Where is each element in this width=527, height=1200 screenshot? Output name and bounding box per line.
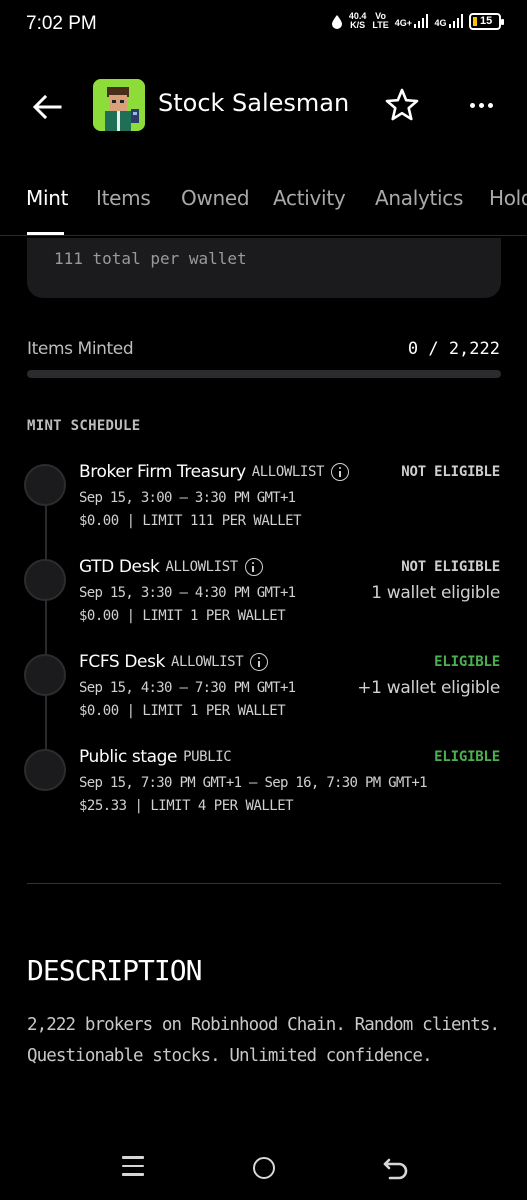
description-text: 2,222 brokers on Robinhood Chain. Random… [27, 1015, 500, 1066]
stage-name-row: FCFS Desk ALLOWLIST [79, 652, 269, 672]
stage-date: Sep 15, 4:30 – 7:30 PM GMT+1 [79, 680, 296, 696]
network-speed: 40.4 K/S [348, 11, 367, 30]
stage-date: Sep 15, 3:30 – 4:30 PM GMT+1 [79, 585, 296, 601]
mint-stage[interactable]: GTD Desk ALLOWLIST Sep 15, 3:30 – 4:30 P… [0, 557, 527, 647]
info-icon[interactable] [331, 463, 350, 481]
info-icon[interactable] [244, 558, 263, 576]
stage-type: ALLOWLIST [251, 464, 325, 480]
data-saver-icon [331, 14, 342, 29]
status-bar: 7:02 PM 40.4 K/S Vo LTE 4G+ 4G 15 [0, 0, 527, 52]
status-icons: 40.4 K/S Vo LTE 4G+ 4G 15 [331, 11, 504, 30]
stage-dot [24, 749, 66, 791]
back-arrow-icon[interactable] [30, 90, 64, 124]
stage-dot [24, 654, 66, 696]
collection-header: Stock Salesman [0, 70, 527, 142]
battery-icon: 15 [469, 12, 504, 30]
system-nav-bar [0, 1140, 527, 1200]
mint-progress-bar [27, 370, 501, 378]
eligibility-status: ELIGIBLE [434, 654, 500, 670]
stage-type: ALLOWLIST [170, 654, 244, 670]
eligibility-status: NOT ELIGIBLE [401, 559, 500, 575]
volte-indicator: Vo LTE [372, 11, 389, 30]
tab-items[interactable]: Items [96, 186, 151, 210]
recent-apps-icon[interactable] [122, 1156, 144, 1178]
signal-bars-icon [448, 14, 463, 28]
stage-name: Broker Firm Treasury [79, 462, 246, 482]
stage-price: $25.33 | LIMIT 4 PER WALLET [79, 798, 294, 814]
signal-1: 4G+ [395, 14, 429, 28]
stage-dot [24, 559, 66, 601]
tab-mint[interactable]: Mint [26, 186, 68, 210]
more-options-icon[interactable] [466, 92, 496, 118]
stage-date: Sep 15, 3:00 – 3:30 PM GMT+1 [79, 490, 296, 506]
stage-price: $0.00 | LIMIT 1 PER WALLET [79, 703, 286, 719]
eligibility-status: NOT ELIGIBLE [401, 464, 500, 480]
tab-owned[interactable]: Owned [181, 186, 250, 210]
card-peek-text: 111 total per wallet [54, 249, 247, 268]
tab-activity[interactable]: Activity [273, 186, 346, 210]
favorite-star-icon[interactable] [384, 87, 420, 123]
signal-2: 4G [434, 14, 463, 28]
tab-analytics[interactable]: Analytics [375, 186, 463, 210]
wallet-eligibility-count: 1 wallet eligible [371, 583, 500, 603]
collection-title: Stock Salesman [158, 89, 350, 117]
stage-date: Sep 15, 7:30 PM GMT+1 – Sep 16, 7:30 PM … [79, 775, 427, 791]
eligibility-status: ELIGIBLE [434, 749, 500, 765]
stage-name: GTD Desk [79, 557, 160, 577]
mint-stage[interactable]: Broker Firm Treasury ALLOWLIST Sep 15, 3… [0, 462, 527, 552]
stage-type: ALLOWLIST [165, 559, 239, 575]
stage-name: FCFS Desk [79, 652, 165, 672]
tab-holders[interactable]: Hold [489, 186, 527, 210]
signal-bars-icon [413, 14, 429, 28]
stage-price: $0.00 | LIMIT 1 PER WALLET [79, 608, 286, 624]
active-tab-indicator [27, 232, 64, 235]
stage-type: PUBLIC [183, 749, 232, 765]
info-icon[interactable] [250, 653, 269, 671]
section-divider [27, 883, 501, 884]
mint-stage[interactable]: FCFS Desk ALLOWLIST Sep 15, 4:30 – 7:30 … [0, 652, 527, 742]
wallet-eligibility-count: +1 wallet eligible [357, 678, 500, 698]
mint-info-card: 111 total per wallet [27, 238, 501, 298]
mint-schedule-title: MINT SCHEDULE [27, 418, 141, 434]
items-minted-label: Items Minted [27, 339, 134, 359]
stage-dot [24, 464, 66, 506]
stage-name-row: Broker Firm Treasury ALLOWLIST [79, 462, 350, 482]
system-back-icon[interactable] [382, 1154, 410, 1182]
stage-name-row: GTD Desk ALLOWLIST [79, 557, 263, 577]
collection-avatar [93, 79, 145, 131]
items-minted-value: 0 / 2,222 [407, 339, 500, 359]
stage-name: Public stage [79, 747, 178, 767]
status-time: 7:02 PM [26, 13, 97, 34]
description-title: DESCRIPTION [27, 954, 202, 987]
stage-price: $0.00 | LIMIT 111 PER WALLET [79, 513, 302, 529]
home-icon[interactable] [253, 1157, 275, 1179]
mint-stage[interactable]: Public stage PUBLIC Sep 15, 7:30 PM GMT+… [0, 747, 527, 837]
tab-bar: Mint Items Owned Activity Analytics Hold [0, 178, 527, 236]
stage-name-row: Public stage PUBLIC [79, 747, 232, 767]
